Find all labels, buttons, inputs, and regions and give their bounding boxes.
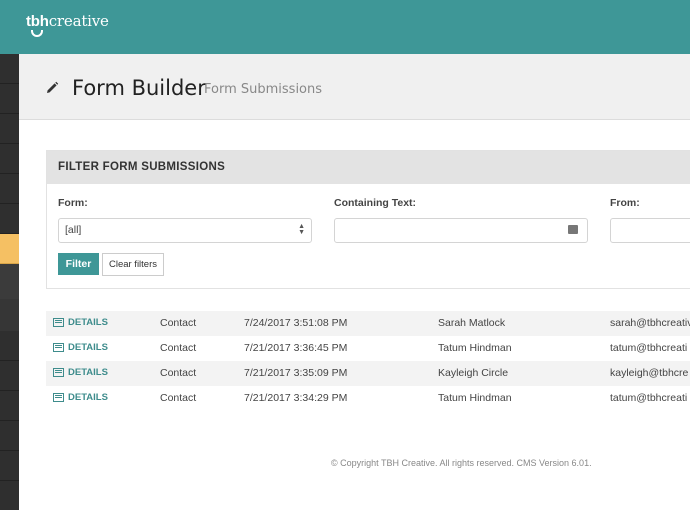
containing-text-input[interactable] — [334, 218, 588, 243]
sidebar-item-active[interactable] — [0, 234, 19, 264]
form-name-cell: Contact — [160, 392, 197, 404]
details-label: DETAILS — [68, 367, 108, 378]
sidebar-item[interactable] — [0, 481, 19, 510]
select-arrows-icon: ▲ ▼ — [298, 223, 305, 236]
page-subtitle: Form Submissions — [204, 82, 323, 97]
filter-panel: FILTER FORM SUBMISSIONS Form: [all] ▲ ▼ C… — [46, 150, 690, 289]
from-label: From: — [610, 197, 640, 209]
form-name-cell: Contact — [160, 367, 197, 379]
details-icon — [53, 343, 64, 352]
sidebar-item[interactable] — [0, 84, 19, 114]
filter-button[interactable]: Filter — [58, 253, 99, 275]
details-icon — [53, 368, 64, 377]
sidebar-item[interactable] — [0, 204, 19, 234]
name-cell: Tatum Hindman — [438, 392, 512, 404]
name-cell: Tatum Hindman — [438, 342, 512, 354]
sidebar — [0, 54, 19, 510]
logo-suffix: creative — [48, 12, 109, 30]
page-header: Form Builder Form Submissions — [19, 54, 690, 120]
name-cell: Sarah Matlock — [438, 317, 506, 329]
sidebar-item[interactable] — [0, 54, 19, 84]
sidebar-item[interactable] — [0, 174, 19, 204]
email-cell: kayleigh@tbhcre — [610, 367, 689, 379]
email-cell: tatum@tbhcreati — [610, 392, 688, 404]
details-link[interactable]: DETAILS — [53, 367, 108, 378]
details-label: DETAILS — [68, 317, 108, 328]
date-cell: 7/21/2017 3:34:29 PM — [244, 392, 348, 404]
details-label: DETAILS — [68, 392, 108, 403]
submissions-table: DETAILS Contact 7/24/2017 3:51:08 PM Sar… — [46, 311, 690, 411]
name-cell: Kayleigh Circle — [438, 367, 509, 379]
details-link[interactable]: DETAILS — [53, 392, 108, 403]
pencil-icon — [47, 81, 59, 93]
details-link[interactable]: DETAILS — [53, 317, 108, 328]
from-date-input[interactable] — [610, 218, 690, 243]
details-icon — [53, 393, 64, 402]
top-bar: tbhcreative — [0, 0, 690, 54]
table-row: DETAILS Contact 7/21/2017 3:35:09 PM Kay… — [46, 361, 690, 386]
details-link[interactable]: DETAILS — [53, 342, 108, 353]
logo[interactable]: tbhcreative — [26, 12, 109, 37]
sidebar-subitem[interactable] — [0, 299, 19, 331]
smile-icon — [31, 30, 43, 37]
form-name-cell: Contact — [160, 342, 197, 354]
containing-text-label: Containing Text: — [334, 197, 417, 209]
form-select[interactable]: [all] ▲ ▼ — [58, 218, 312, 243]
sidebar-item[interactable] — [0, 421, 19, 451]
form-name-cell: Contact — [160, 317, 197, 329]
table-row: DETAILS Contact 7/24/2017 3:51:08 PM Sar… — [46, 311, 690, 336]
filter-panel-heading: FILTER FORM SUBMISSIONS — [47, 151, 690, 184]
table-row: DETAILS Contact 7/21/2017 3:34:29 PM Tat… — [46, 386, 690, 411]
footer-copyright: © Copyright TBH Creative. All rights res… — [331, 458, 592, 468]
details-label: DETAILS — [68, 342, 108, 353]
sidebar-item[interactable] — [0, 391, 19, 421]
email-cell: sarah@tbhcreativ — [610, 317, 690, 329]
sidebar-item[interactable] — [0, 331, 19, 361]
sidebar-subitem[interactable] — [0, 264, 19, 299]
date-cell: 7/21/2017 3:35:09 PM — [244, 367, 348, 379]
details-icon — [53, 318, 64, 327]
sidebar-item[interactable] — [0, 451, 19, 481]
sidebar-item[interactable] — [0, 361, 19, 391]
date-cell: 7/24/2017 3:51:08 PM — [244, 317, 348, 329]
clear-filters-button[interactable]: Clear filters — [102, 253, 164, 276]
table-row: DETAILS Contact 7/21/2017 3:36:45 PM Tat… — [46, 336, 690, 361]
form-label: Form: — [58, 197, 88, 209]
logo-prefix: tbh — [26, 13, 49, 30]
keyboard-icon[interactable] — [568, 225, 578, 234]
sidebar-item[interactable] — [0, 114, 19, 144]
form-select-value: [all] — [65, 224, 82, 236]
page-title: Form Builder — [72, 76, 206, 100]
sidebar-item[interactable] — [0, 144, 19, 174]
email-cell: tatum@tbhcreati — [610, 342, 688, 354]
date-cell: 7/21/2017 3:36:45 PM — [244, 342, 348, 354]
